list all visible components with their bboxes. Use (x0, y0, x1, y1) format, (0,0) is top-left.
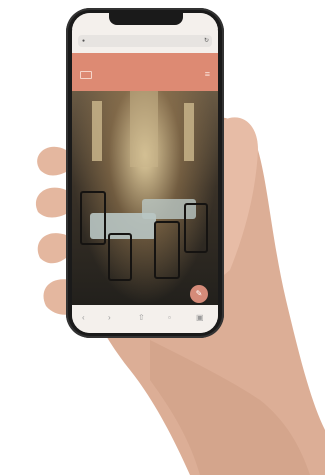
forward-arrow-icon[interactable]: › (108, 313, 111, 322)
phone-screen: ● ↻ ≡ ✎ ‹ › ⇧ ▫ ▣ (72, 13, 218, 333)
site-logo[interactable] (80, 71, 92, 79)
tabs-icon[interactable]: ▣ (196, 313, 204, 322)
hero-chair (80, 191, 106, 245)
reload-icon[interactable]: ↻ (204, 37, 209, 44)
back-arrow-icon[interactable]: ‹ (82, 313, 85, 322)
share-icon[interactable]: ⇧ (138, 313, 145, 322)
finger-1 (37, 146, 66, 176)
phone-notch (109, 13, 183, 25)
menu-icon[interactable]: ≡ (205, 69, 210, 79)
bookmarks-icon[interactable]: ▫ (168, 313, 171, 322)
edit-icon[interactable]: ✎ (190, 285, 208, 303)
hero-image (72, 91, 218, 305)
finger-3 (37, 233, 66, 264)
hero-pillar (130, 91, 158, 167)
lock-icon: ● (82, 38, 86, 44)
hero-chair (184, 203, 208, 253)
finger-2 (35, 187, 66, 218)
scene: ● ↻ ≡ ✎ ‹ › ⇧ ▫ ▣ (0, 0, 325, 475)
hero-chair (108, 233, 132, 281)
hero-pillar (92, 101, 102, 161)
hero-pillar (184, 103, 194, 161)
browser-toolbar: ‹ › ⇧ ▫ ▣ (72, 305, 218, 333)
site-header: ≡ (72, 53, 218, 91)
address-bar[interactable]: ● ↻ (78, 35, 212, 47)
hero-chair (154, 221, 180, 279)
